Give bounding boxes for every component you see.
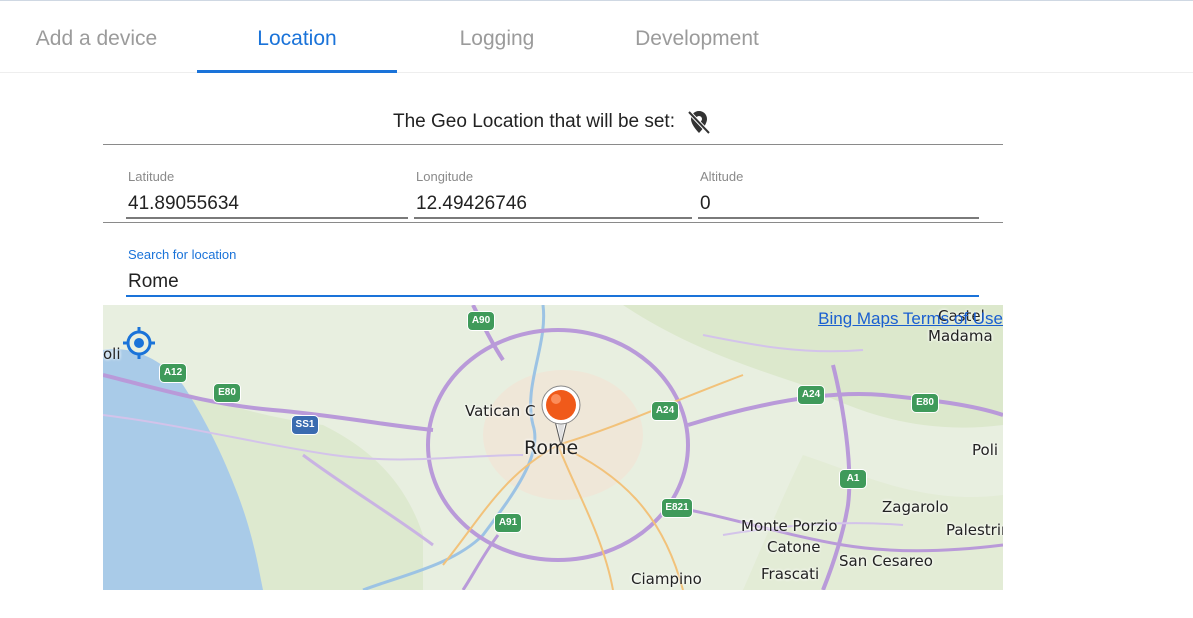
geo-location-header: The Geo Location that will be set: (103, 100, 1003, 145)
altitude-input[interactable]: 0 (698, 191, 979, 219)
altitude-label: Altitude (700, 169, 744, 184)
search-location-field[interactable]: Search for location Rome (126, 244, 979, 298)
map-label-monte-porzio: Monte Porzio (741, 517, 838, 535)
search-location-label: Search for location (128, 247, 237, 262)
map-label-ciampino: Ciampino (631, 570, 702, 588)
map-label-frascati: Frascati (761, 565, 820, 583)
latitude-field[interactable]: Latitude 41.89055634 (126, 160, 408, 220)
map-label-catone: Catone (767, 538, 821, 556)
road-shield-e821: E821 (661, 498, 693, 518)
road-shield-a1: A1 (839, 469, 867, 489)
geo-location-title: The Geo Location that will be set: (393, 111, 675, 132)
altitude-field[interactable]: Altitude 0 (698, 160, 979, 220)
tab-logging[interactable]: Logging (397, 1, 597, 72)
map-label-palestrina: Palestrir (946, 521, 1003, 539)
longitude-field[interactable]: Longitude 12.49426746 (414, 160, 692, 220)
road-shield-a12: A12 (159, 363, 187, 383)
coordinates-row: Latitude 41.89055634 Longitude 12.494267… (103, 160, 1003, 223)
road-shield-a90: A90 (467, 311, 495, 331)
tab-bar: Add a device Location Logging Developmen… (0, 1, 1193, 73)
map-label-vatican: Vatican C (465, 402, 536, 420)
map-label-san-cesareo: San Cesareo (839, 552, 933, 570)
longitude-label: Longitude (416, 169, 474, 184)
map-label-madama: Madama (928, 327, 993, 345)
locate-me-button[interactable] (121, 325, 157, 361)
bing-maps-terms-link[interactable]: Bing Maps Terms of Use (818, 309, 1003, 329)
location-off-icon (685, 108, 713, 136)
road-shield-ss1: SS1 (291, 415, 319, 435)
road-shield-a91: A91 (494, 513, 522, 533)
crosshair-icon (123, 327, 155, 359)
tab-development[interactable]: Development (597, 1, 797, 72)
map-label-oli: oli (103, 345, 121, 363)
latitude-label: Latitude (128, 169, 175, 184)
road-shield-a24-center: A24 (651, 401, 679, 421)
map-view[interactable]: Bing Maps Terms of Use A90 A12 E80 SS1 A… (103, 305, 1003, 590)
location-pin-icon[interactable] (539, 383, 583, 449)
road-shield-a24-east: A24 (797, 385, 825, 405)
tab-location[interactable]: Location (197, 1, 397, 73)
road-shield-e80-east: E80 (911, 393, 939, 413)
longitude-input[interactable]: 12.49426746 (414, 191, 692, 219)
map-label-zagarolo: Zagarolo (882, 498, 949, 516)
latitude-input[interactable]: 41.89055634 (126, 191, 408, 219)
tab-add-a-device[interactable]: Add a device (0, 1, 193, 72)
road-shield-e80-west: E80 (213, 383, 241, 403)
search-location-input[interactable]: Rome (126, 268, 979, 297)
map-label-poli: Poli (972, 441, 999, 459)
